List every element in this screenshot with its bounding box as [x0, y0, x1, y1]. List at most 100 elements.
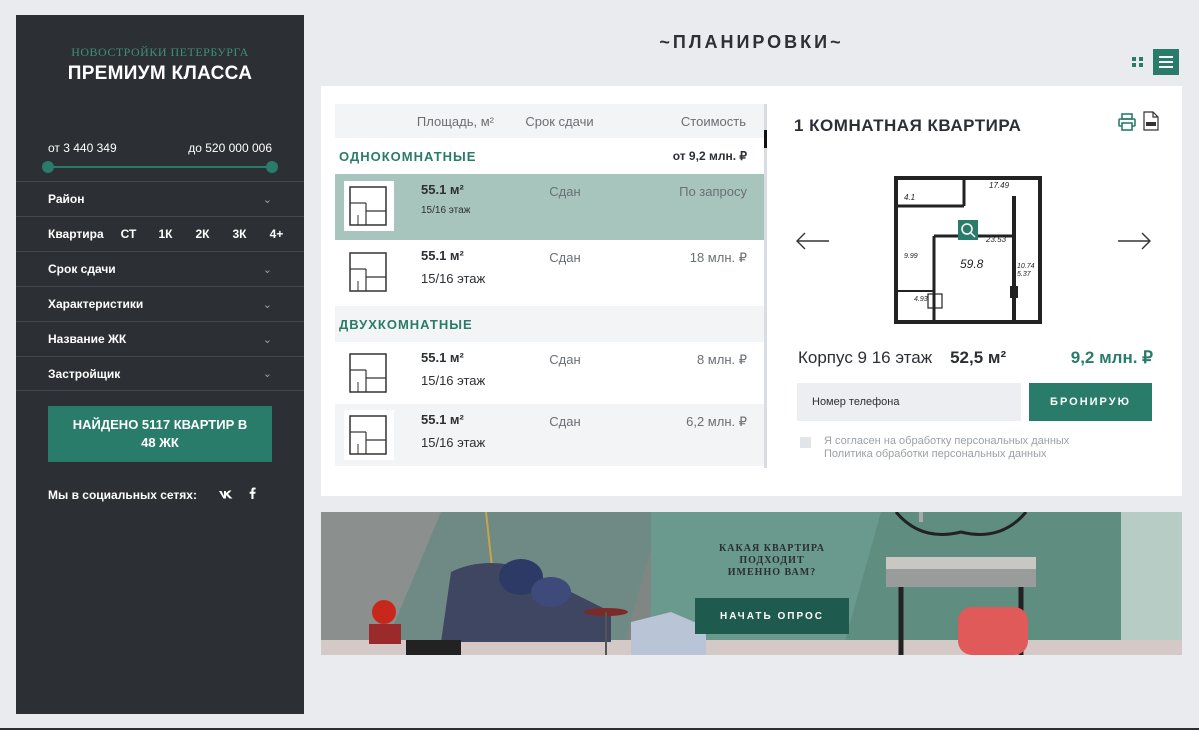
social-links: Мы в социальных сетях: [16, 487, 304, 502]
consent-block: Я согласен на обработку персональных дан… [800, 435, 1069, 461]
brand-subtitle: НОВОСТРОЙКИ ПЕТЕРБУРГА [71, 45, 249, 59]
banner-question: КАКАЯ КВАРТИРА ПОДХОДИТ ИМЕННО ВАМ? [705, 543, 839, 579]
vk-icon[interactable] [218, 488, 233, 502]
survey-banner: КАКАЯ КВАРТИРА ПОДХОДИТ ИМЕННО ВАМ? НАЧА… [321, 512, 1182, 655]
row-price: 8 млн. ₽ [696, 352, 747, 367]
floorplan-thumbnail [344, 410, 394, 460]
col-price-header[interactable]: Стоимость [605, 114, 764, 129]
consent-checkbox[interactable] [800, 437, 811, 448]
price-range-slider[interactable]: от 3 440 349 до 520 000 006 [16, 141, 304, 181]
group-name: ДВУХКОМНАТНЫЕ [339, 316, 473, 332]
apartments-table: Площадь, м² Срок сдачи Стоимость ОДНОКОМ… [335, 104, 764, 468]
row-term: Сдан [549, 250, 581, 265]
building-floor: Корпус 9 16 этаж [798, 348, 933, 367]
plan-label-a: 17.49 [989, 181, 1010, 190]
row-area: 55.1 м² [421, 350, 464, 365]
page-title: ~ПЛАНИРОВКИ~ [659, 32, 844, 52]
chevron-down-icon: ⌄ [262, 368, 272, 380]
banner-line2: ПОДХОДИТ [739, 555, 805, 566]
facebook-icon[interactable] [249, 487, 256, 502]
pdf-icon[interactable] [1143, 111, 1159, 131]
filter-developer[interactable]: Застройщик ⌄ [16, 356, 304, 391]
apartment-area: 52,5 м² [950, 348, 1007, 367]
row-floor: 15/16 этаж [421, 373, 486, 388]
arrow-right-icon[interactable] [1116, 231, 1152, 251]
room-option-2k[interactable]: 2К [184, 227, 221, 241]
row-area-cell: 55.1 м² 15/16 этаж [421, 248, 485, 286]
table-row[interactable]: 55.1 м² 15/16 этаж Сдан 8 млн. ₽ [335, 342, 764, 404]
row-floor: 15/16 этаж [421, 205, 471, 216]
slider-handle-max[interactable] [266, 161, 278, 173]
row-area-cell: 55.1 м² 15/16 этаж [421, 182, 470, 216]
sidebar: НОВОСТРОЙКИ ПЕТЕРБУРГА ПРЕМИУМ КЛАССА от… [16, 15, 304, 714]
start-survey-button[interactable]: НАЧАТЬ ОПРОС [695, 598, 849, 634]
filter-deadline-label: Срок сдачи [48, 262, 116, 276]
filter-district[interactable]: Район ⌄ [16, 181, 304, 216]
price-from-label: от 3 440 349 [48, 141, 117, 155]
plan-label-g: 5.37 [1017, 271, 1032, 278]
table-row[interactable]: 55.1 м² 15/16 этаж Сдан По запросу [335, 174, 764, 240]
row-term: Сдан [549, 414, 581, 429]
floorplan-image[interactable]: 17.49 4.1 23.53 9.99 59.8 10.74 5.37 4.9… [894, 176, 1042, 324]
found-apartments-button[interactable]: НАЙДЕНО 5117 КВАРТИР В 48 ЖК [48, 406, 272, 462]
plan-label-f: 10.74 [1017, 263, 1035, 270]
room-option-studio[interactable]: СТ [110, 227, 147, 241]
row-area: 55.1 м² [421, 182, 464, 197]
floorplan-thumbnail [344, 348, 394, 398]
banner-line3: ИМЕННО ВАМ? [727, 567, 817, 578]
table-header: Площадь, м² Срок сдачи Стоимость [335, 104, 764, 138]
row-area: 55.1 м² [421, 412, 464, 427]
brand[interactable]: НОВОСТРОЙКИ ПЕТЕРБУРГА ПРЕМИУМ КЛАССА [16, 15, 304, 85]
filter-developer-label: Застройщик [48, 366, 121, 381]
phone-input[interactable] [797, 383, 1021, 421]
row-price: 18 млн. ₽ [689, 250, 747, 265]
chevron-down-icon: ⌄ [262, 263, 272, 276]
privacy-policy-link[interactable]: Политика обработки персональных данных [824, 448, 1069, 461]
arrow-left-icon[interactable] [795, 231, 831, 251]
list-view-icon[interactable] [1153, 49, 1179, 75]
plan-label-h: 4.93 [914, 296, 928, 303]
floorplan-thumbnail [344, 181, 394, 231]
room-option-1k[interactable]: 1К [147, 227, 184, 241]
plan-label-c: 23.53 [985, 235, 1007, 244]
social-label: Мы в социальных сетях: [48, 487, 197, 502]
room-option-3k[interactable]: 3К [221, 227, 258, 241]
row-term: Сдан [549, 184, 581, 199]
layouts-panel: Площадь, м² Срок сдачи Стоимость ОДНОКОМ… [321, 86, 1182, 496]
filter-apartment-label: Квартира [48, 227, 104, 241]
slider-handle-min[interactable] [42, 161, 54, 173]
plan-label-e: 59.8 [960, 257, 984, 271]
col-term-header[interactable]: Срок сдачи [514, 114, 605, 129]
row-area: 55.1 м² [421, 248, 464, 263]
filter-complex-name-label: Название ЖК [48, 332, 127, 346]
slider-track[interactable] [48, 166, 272, 168]
table-row[interactable]: 55.1 м² 15/16 этаж Сдан 6,2 млн. ₽ [335, 404, 764, 466]
filter-district-label: Район [48, 192, 85, 206]
row-term: Сдан [549, 352, 581, 367]
filter-characteristics[interactable]: Характеристики ⌄ [16, 286, 304, 321]
table-scrollbar[interactable] [764, 104, 767, 468]
filter-complex-name[interactable]: Название ЖК ⌄ [16, 321, 304, 356]
col-area-header[interactable]: Площадь, м² [335, 114, 514, 129]
apartment-summary: Корпус 9 16 этаж 52,5 м² 9,2 млн. ₽ [798, 348, 1153, 368]
table-row[interactable]: 55.1 м² 15/16 этаж Сдан 18 млн. ₽ [335, 240, 764, 306]
consent-label: Я согласен на обработку персональных дан… [824, 435, 1070, 447]
row-floor: 15/16 этаж [421, 435, 486, 450]
plan-label-d: 9.99 [904, 253, 918, 260]
price-to-label: до 520 000 006 [188, 141, 272, 155]
group-two-room: ДВУХКОМНАТНЫЕ [335, 306, 764, 342]
book-button[interactable]: БРОНИРУЮ [1029, 383, 1152, 421]
brand-title: ПРЕМИУМ КЛАССА [67, 63, 253, 84]
floorplan-thumbnail [344, 247, 394, 297]
room-option-4plus[interactable]: 4+ [258, 227, 295, 241]
chevron-down-icon: ⌄ [262, 193, 272, 206]
table-scrollbar-thumb[interactable] [764, 130, 767, 148]
group-price-from: от 9,2 млн. ₽ [672, 149, 747, 163]
filter-deadline[interactable]: Срок сдачи ⌄ [16, 251, 304, 286]
plan-label-b: 4.1 [904, 193, 915, 202]
apartment-price: 9,2 млн. ₽ [1070, 348, 1153, 367]
row-floor: 15/16 этаж [421, 271, 486, 286]
print-icon[interactable] [1118, 113, 1136, 131]
grid-view-icon[interactable] [1128, 49, 1148, 75]
filter-apartment-rooms: Квартира СТ 1К 2К 3К 4+ [16, 216, 304, 251]
